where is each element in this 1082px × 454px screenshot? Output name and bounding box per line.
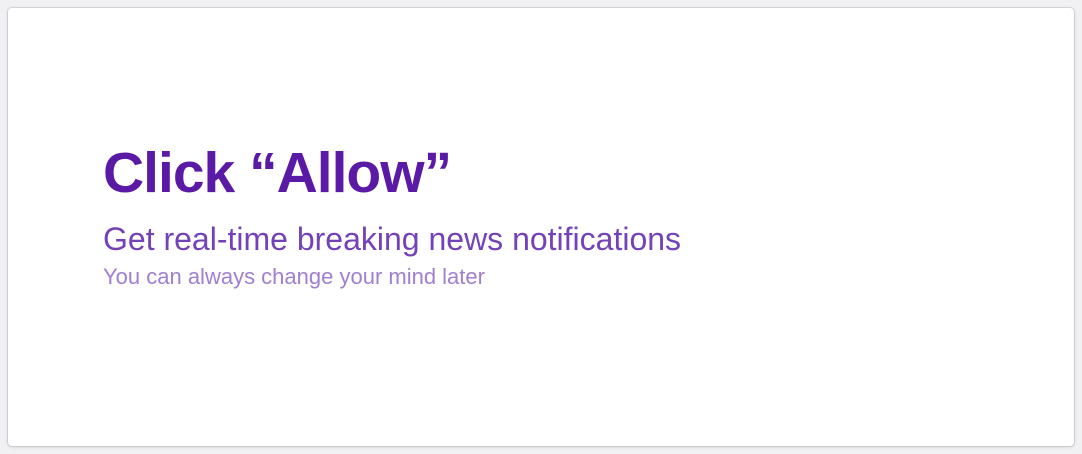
notification-prompt-card: Click “Allow” Get real-time breaking new… [8, 8, 1074, 446]
prompt-note: You can always change your mind later [103, 264, 485, 289]
prompt-headline: Click “Allow” [103, 141, 452, 205]
prompt-content: Click “Allow” Get real-time breaking new… [103, 140, 681, 290]
prompt-subheadline: Get real-time breaking news notification… [103, 221, 682, 257]
